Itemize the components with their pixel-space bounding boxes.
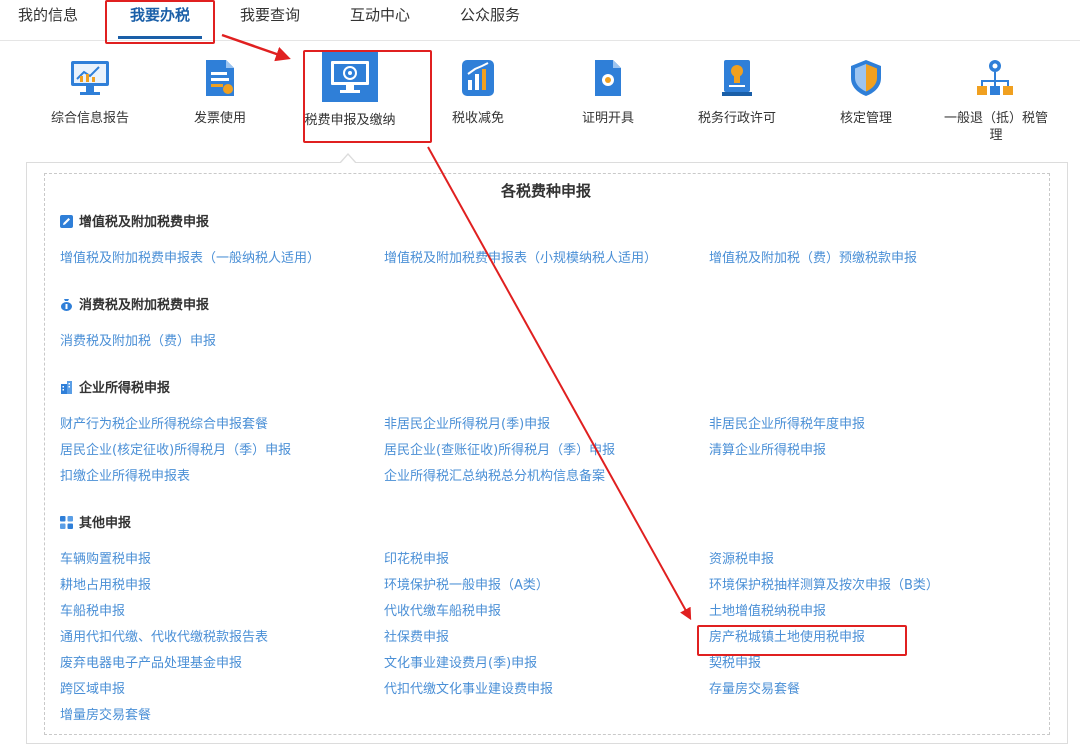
- annotation-arrows: [221, 33, 692, 621]
